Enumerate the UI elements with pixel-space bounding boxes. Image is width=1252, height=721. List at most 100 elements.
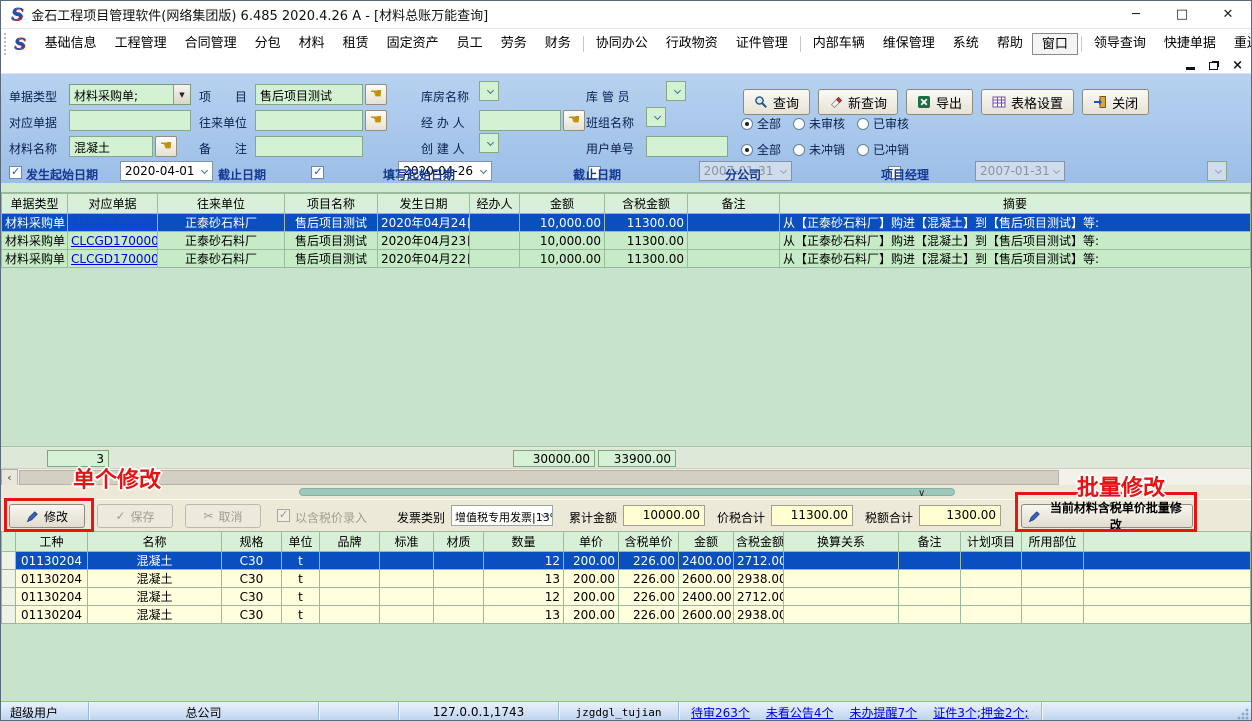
column-header-金额[interactable]: 金额 bbox=[520, 194, 605, 214]
status-link-未看公告4个[interactable]: 未看公告4个 bbox=[758, 704, 842, 721]
occur-start-date-checkbox[interactable] bbox=[9, 166, 22, 179]
remark-input[interactable] bbox=[255, 136, 363, 157]
counterparty-input[interactable] bbox=[255, 110, 363, 131]
column-header-名称[interactable]: 名称 bbox=[88, 532, 222, 552]
menu-item-劳务[interactable]: 劳务 bbox=[492, 33, 536, 55]
chevron-down-icon[interactable]: ▼ bbox=[173, 85, 190, 104]
column-header-数量[interactable]: 数量 bbox=[484, 532, 564, 552]
close-icon[interactable]: ✕ bbox=[1205, 2, 1251, 28]
table-row[interactable]: 材料采购单CLCGD170000213正泰砂石料厂售后项目测试2020年04月2… bbox=[2, 214, 1251, 232]
table-row[interactable]: 材料采购单CLCGD170000215正泰砂石料厂售后项目测试2020年04月2… bbox=[2, 250, 1251, 268]
status-link-未办提醒7个[interactable]: 未办提醒7个 bbox=[842, 704, 926, 721]
maximize-icon[interactable]: □ bbox=[1159, 2, 1205, 28]
column-header-摘要[interactable]: 摘要 bbox=[780, 194, 1251, 214]
column-header-规格[interactable]: 规格 bbox=[222, 532, 282, 552]
column-header-含税金额[interactable]: 含税金额 bbox=[734, 532, 784, 552]
scrollbar-thumb[interactable] bbox=[19, 470, 1059, 485]
occur-end-date-checkbox[interactable] bbox=[311, 166, 324, 179]
material-name-input[interactable]: 混凝土 bbox=[69, 136, 153, 157]
splitter-bar[interactable]: ∨ bbox=[299, 488, 955, 496]
menu-item-快捷单据[interactable]: 快捷单据 bbox=[1155, 33, 1225, 55]
radio-option-未冲销[interactable]: 未冲销 bbox=[793, 139, 845, 160]
menu-item-基础信息[interactable]: 基础信息 bbox=[36, 33, 106, 55]
column-header-往来单位[interactable]: 往来单位 bbox=[158, 194, 285, 214]
menu-item-证件管理[interactable]: 证件管理 bbox=[727, 33, 797, 55]
doc-link[interactable]: CLCGD170000213 bbox=[71, 216, 158, 230]
team-name-combobox[interactable] bbox=[646, 107, 666, 127]
project-lookup-hand-icon[interactable]: ☚ bbox=[365, 84, 387, 105]
menu-item-帮助[interactable]: 帮助 bbox=[988, 33, 1032, 55]
menu-item-领导查询[interactable]: 领导查询 bbox=[1085, 33, 1155, 55]
horizontal-scrollbar[interactable]: ‹ bbox=[1, 468, 1251, 485]
menu-item-财务[interactable]: 财务 bbox=[536, 33, 580, 55]
menu-item-分包[interactable]: 分包 bbox=[246, 33, 290, 55]
mdi-restore-icon[interactable] bbox=[1209, 62, 1218, 70]
menu-item-固定资产[interactable]: 固定资产 bbox=[378, 33, 448, 55]
creator-combobox[interactable] bbox=[479, 133, 499, 153]
radio-option-全部[interactable]: 全部 bbox=[741, 139, 781, 160]
menu-item-内部车辆[interactable]: 内部车辆 bbox=[804, 33, 874, 55]
counterparty-lookup-hand-icon[interactable]: ☚ bbox=[365, 110, 387, 131]
menu-item-材料[interactable]: 材料 bbox=[290, 33, 334, 55]
doc-link[interactable]: CLCGD170000214 bbox=[71, 234, 158, 248]
doc-link[interactable]: CLCGD170000215 bbox=[71, 252, 158, 266]
menu-item-重连网络[interactable]: 重连网络 bbox=[1225, 33, 1252, 55]
resize-grip[interactable] bbox=[1237, 708, 1249, 720]
column-header-备注[interactable]: 备注 bbox=[688, 194, 780, 214]
material-lookup-hand-icon[interactable]: ☚ bbox=[155, 136, 177, 157]
doc-type-combobox[interactable]: 材料采购单; ▼ bbox=[69, 84, 191, 105]
handler-input[interactable] bbox=[479, 110, 561, 131]
menu-item-工程管理[interactable]: 工程管理 bbox=[106, 33, 176, 55]
menu-item-租赁[interactable]: 租赁 bbox=[334, 33, 378, 55]
column-header-项目名称[interactable]: 项目名称 bbox=[285, 194, 378, 214]
minimize-icon[interactable]: ─ bbox=[1113, 2, 1159, 28]
scroll-left-arrow-icon[interactable]: ‹ bbox=[1, 469, 18, 486]
column-header-单价[interactable]: 单价 bbox=[564, 532, 619, 552]
column-header-发生日期[interactable]: 发生日期 bbox=[378, 194, 470, 214]
menu-item-系统[interactable]: 系统 bbox=[944, 33, 988, 55]
radio-option-已审核[interactable]: 已审核 bbox=[857, 113, 909, 134]
column-header-工种[interactable]: 工种 bbox=[16, 532, 88, 552]
radio-option-全部[interactable]: 全部 bbox=[741, 113, 781, 134]
column-header-材质[interactable]: 材质 bbox=[434, 532, 484, 552]
column-header-品牌[interactable]: 品牌 bbox=[320, 532, 380, 552]
menu-item-行政物资[interactable]: 行政物资 bbox=[657, 33, 727, 55]
table-row[interactable]: 材料采购单CLCGD170000214正泰砂石料厂售后项目测试2020年04月2… bbox=[2, 232, 1251, 250]
menu-item-协同办公[interactable]: 协同办公 bbox=[587, 33, 657, 55]
column-header-单位[interactable]: 单位 bbox=[282, 532, 320, 552]
ref-doc-input[interactable] bbox=[69, 110, 191, 131]
warehouse-combobox[interactable] bbox=[479, 81, 499, 101]
status-link-待审263个[interactable]: 待审263个 bbox=[683, 704, 758, 721]
radio-option-未审核[interactable]: 未审核 bbox=[793, 113, 845, 134]
table-row[interactable]: 01130204混凝土C30t12200.00226.002400.002712… bbox=[2, 552, 1251, 570]
column-header-备注[interactable]: 备注 bbox=[899, 532, 961, 552]
table-row[interactable]: 01130204混凝土C30t13200.00226.002600.002938… bbox=[2, 570, 1251, 588]
table-row[interactable]: 01130204混凝土C30t13200.00226.002600.002938… bbox=[2, 606, 1251, 624]
table-row[interactable]: 01130204混凝土C30t12200.00226.002400.002712… bbox=[2, 588, 1251, 606]
column-header-金额[interactable]: 金额 bbox=[679, 532, 734, 552]
column-header-标准[interactable]: 标准 bbox=[380, 532, 434, 552]
column-header-含税单价[interactable]: 含税单价 bbox=[619, 532, 679, 552]
occur-start-date-picker[interactable]: 2020-04-01 bbox=[120, 161, 214, 181]
toolbar-grip[interactable] bbox=[4, 33, 6, 55]
menu-item-员工[interactable]: 员工 bbox=[448, 33, 492, 55]
status-link-证件3个;押金2个;[interactable]: 证件3个;押金2个; bbox=[925, 704, 1036, 721]
column-header-所用部位[interactable]: 所用部位 bbox=[1022, 532, 1084, 552]
column-header-单据类型[interactable]: 单据类型 bbox=[2, 194, 68, 214]
menu-item-窗口[interactable]: 窗口 bbox=[1032, 33, 1078, 55]
handler-lookup-hand-icon[interactable]: ☚ bbox=[563, 110, 585, 131]
column-header-对应单据[interactable]: 对应单据 bbox=[68, 194, 158, 214]
user-doc-no-input[interactable] bbox=[646, 136, 728, 157]
mdi-minimize-icon[interactable] bbox=[1186, 67, 1195, 70]
menu-item-维保管理[interactable]: 维保管理 bbox=[874, 33, 944, 55]
radio-option-已冲销[interactable]: 已冲销 bbox=[857, 139, 909, 160]
column-header-经办人[interactable]: 经办人 bbox=[470, 194, 520, 214]
column-header-换算关系[interactable]: 换算关系 bbox=[784, 532, 899, 552]
invoice-type-combobox[interactable]: 增值税专用发票|13% bbox=[451, 505, 553, 526]
project-input[interactable]: 售后项目测试 bbox=[255, 84, 363, 105]
warehouse-keeper-combobox[interactable] bbox=[666, 81, 686, 101]
column-header-计划项目[interactable]: 计划项目 bbox=[961, 532, 1022, 552]
column-header-含税金额[interactable]: 含税金额 bbox=[605, 194, 688, 214]
menu-item-合同管理[interactable]: 合同管理 bbox=[176, 33, 246, 55]
mdi-close-icon[interactable]: × bbox=[1232, 59, 1243, 72]
